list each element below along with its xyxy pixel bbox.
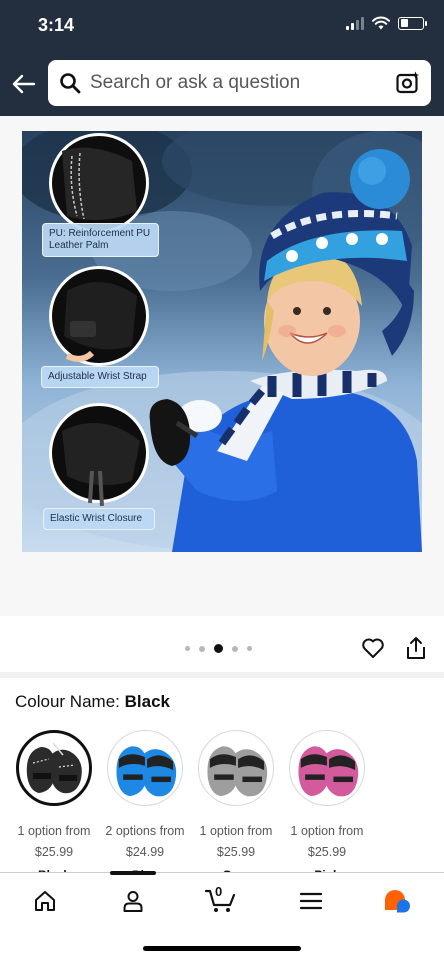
swatch-pink[interactable]: 1 option from $25.99 Pink [287, 730, 367, 875]
swatch-options-text: 1 option from [199, 824, 273, 838]
colour-selected-value: Black [124, 692, 170, 711]
nav-account[interactable] [118, 887, 148, 915]
swatch-black[interactable]: 1 option from $25.99 Black [14, 730, 94, 875]
callout-text: Leather Palm [49, 240, 109, 251]
back-arrow-icon [12, 74, 36, 94]
carousel-dot[interactable] [247, 646, 252, 651]
swatch-options-text: 2 options from [105, 824, 185, 838]
callout-label-palm: PU: Reinforcement PU Leather Palm [42, 223, 159, 257]
swatch-grey[interactable]: 1 option from $25.99 Grey [196, 730, 276, 875]
menu-icon [300, 892, 322, 910]
carousel-dot[interactable] [199, 645, 205, 652]
cart-count-badge: 0 [215, 884, 223, 899]
swatch-price: $25.99 [216, 845, 256, 859]
swatch-blue[interactable]: 2 options from $24.99 Blue [105, 730, 185, 875]
nav-ai-assistant[interactable] [382, 887, 412, 915]
swatch-image[interactable] [107, 730, 183, 806]
swatch-price: $24.99 [125, 845, 165, 859]
product-image-carousel[interactable]: PU: Reinforcement PU Leather Palm Adjust… [0, 116, 444, 616]
carousel-dot-active[interactable] [214, 644, 223, 653]
status-icons [346, 16, 427, 30]
heart-icon[interactable] [361, 636, 385, 660]
callout-label-strap: Adjustable Wrist Strap [41, 366, 159, 388]
swatch-options-text: 1 option from [290, 824, 364, 838]
callout-text: PU: Reinforcement PU [49, 228, 151, 239]
carousel-dots[interactable] [185, 644, 252, 653]
nav-home[interactable] [30, 887, 60, 915]
swatch-image[interactable] [198, 730, 274, 806]
nav-menu[interactable] [296, 887, 326, 915]
status-time: 3:14 [38, 15, 75, 35]
camera-scan-icon[interactable] [395, 70, 421, 96]
swatch-image[interactable] [16, 730, 92, 806]
top-bar: 3:14 [0, 0, 444, 116]
home-icon [35, 891, 55, 911]
nav-active-indicator [110, 871, 156, 875]
carousel-controls [0, 616, 444, 676]
callout-text: Elastic Wrist Closure [50, 513, 143, 524]
search-icon [60, 73, 81, 94]
cellular-signal-icon [346, 16, 364, 30]
ai-assistant-icon [385, 890, 410, 913]
colour-label: Colour Name: [15, 692, 125, 711]
home-indicator [143, 946, 301, 951]
search-input[interactable] [90, 72, 395, 94]
share-icon[interactable] [405, 636, 427, 660]
account-icon [123, 891, 143, 912]
product-image[interactable]: PU: Reinforcement PU Leather Palm Adjust… [22, 131, 422, 552]
colour-name-heading: Colour Name: Black [15, 692, 170, 712]
section-divider [0, 672, 444, 678]
swatch-price: $25.99 [307, 845, 347, 859]
swatch-image[interactable] [289, 730, 365, 806]
carousel-dot[interactable] [232, 645, 238, 652]
callout-text: Adjustable Wrist Strap [48, 371, 147, 382]
back-button[interactable] [10, 68, 38, 100]
swatch-options-text: 1 option from [17, 824, 91, 838]
battery-icon [398, 16, 427, 30]
carousel-dot[interactable] [185, 646, 190, 651]
search-bar[interactable] [48, 60, 431, 106]
callout-label-closure: Elastic Wrist Closure [43, 508, 155, 530]
wifi-icon [372, 16, 390, 30]
swatch-price: $25.99 [34, 845, 74, 859]
nav-cart[interactable]: 0 [204, 884, 238, 915]
